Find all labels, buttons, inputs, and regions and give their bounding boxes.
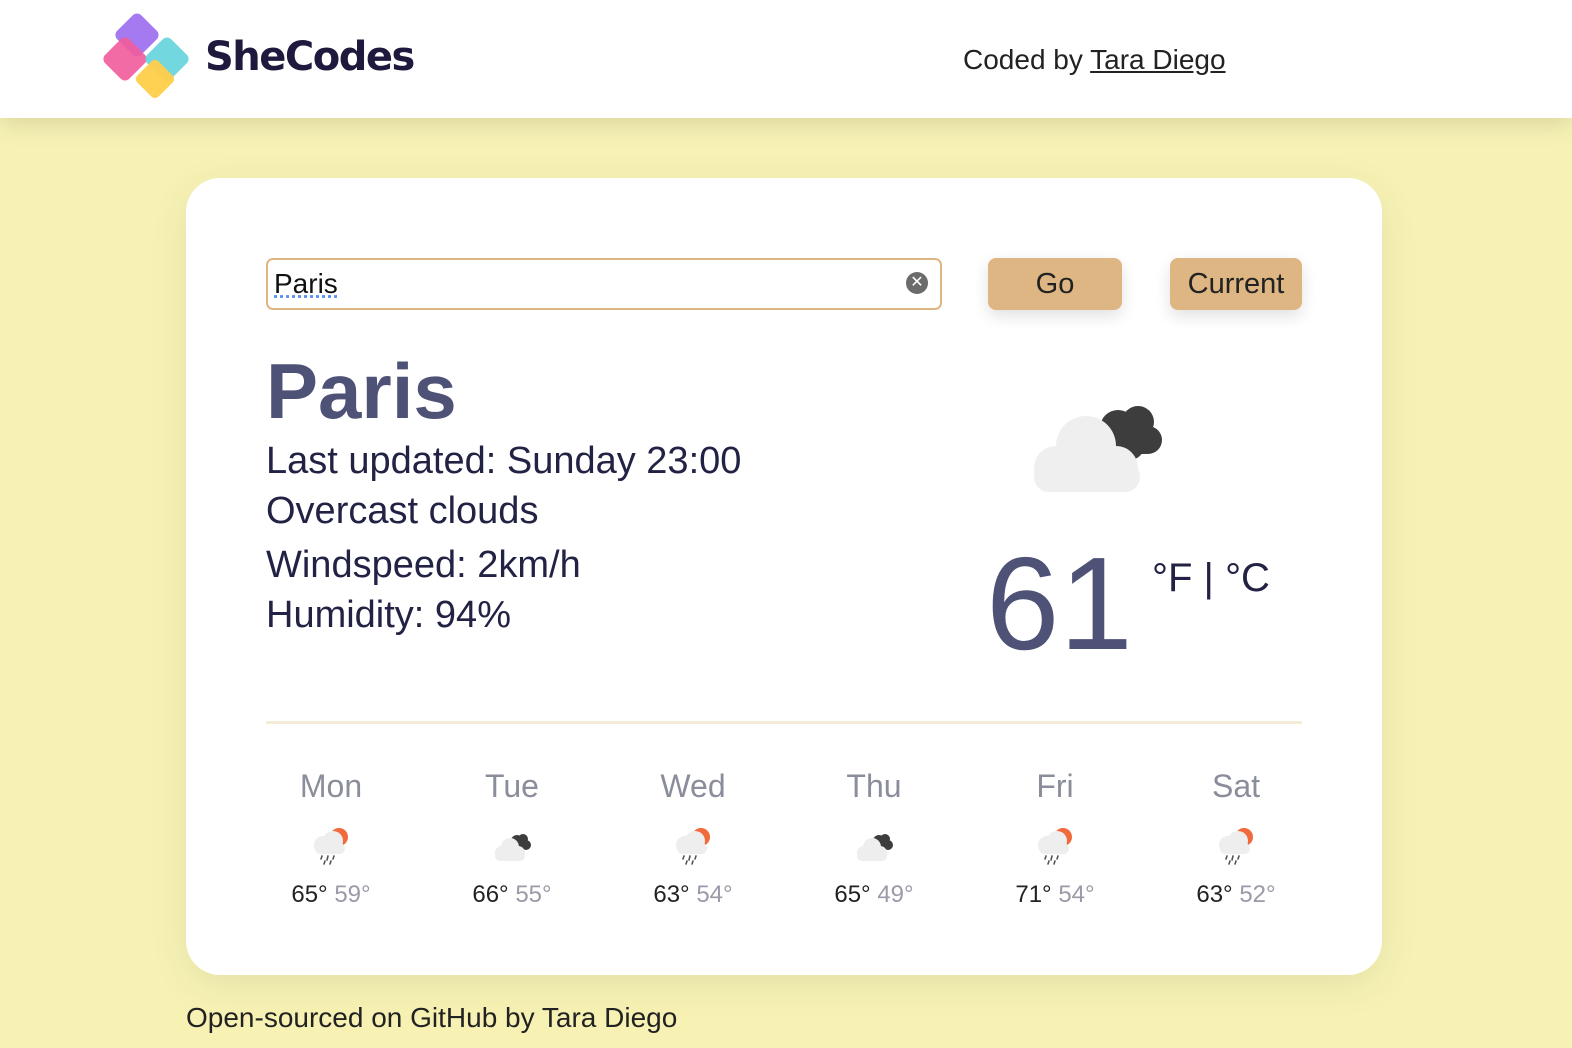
author-link[interactable]: Tara Diego — [1090, 44, 1225, 75]
rain-sun-icon — [676, 828, 710, 865]
shecodes-logo-icon — [103, 13, 189, 99]
forecast-low: 49° — [877, 881, 914, 908]
rain-sun-icon — [1038, 828, 1072, 865]
top-bar: SheCodes Coded by Tara Diego — [0, 0, 1572, 118]
forecast-temps: 63° 54° — [618, 881, 768, 909]
forecast-high: 71° — [1015, 881, 1052, 908]
forecast-high: 65° — [834, 881, 871, 908]
forecast-day-name: Fri — [1036, 768, 1074, 804]
footer-text: Open-sourced on GitHub by Tara Diego — [186, 1002, 678, 1033]
weather-card: ✕ Go Current Paris Last updated: Sunday … — [186, 178, 1382, 975]
rain-sun-icon — [1219, 828, 1253, 865]
forecast-low: 54° — [1058, 881, 1095, 908]
forecast-day-name: Tue — [485, 768, 539, 804]
forecast-day-name: Wed — [660, 768, 726, 804]
forecast-day-name: Sat — [1211, 768, 1261, 804]
forecast-day: Sat 63° 52° — [1161, 768, 1311, 909]
clear-icon[interactable]: ✕ — [906, 272, 928, 294]
forecast-high: 65° — [291, 881, 328, 908]
forecast-high: 63° — [653, 881, 690, 908]
current-location-button[interactable]: Current — [1170, 258, 1302, 310]
forecast-day: Wed 63° 54° — [618, 768, 768, 909]
last-updated: Last updated: Sunday 23:00 — [266, 440, 742, 482]
divider — [266, 721, 1302, 724]
coded-by: Coded by Tara Diego — [963, 44, 1226, 76]
weather-description: Overcast clouds — [266, 490, 539, 532]
overcast-clouds-icon — [857, 834, 893, 861]
forecast-day-name: Mon — [299, 768, 363, 804]
humidity: Humidity: 94% — [266, 594, 511, 636]
unit-toggle: °F | °C — [1152, 556, 1270, 601]
forecast-temps: 65° 59° — [256, 881, 406, 909]
forecast-temps: 65° 49° — [799, 881, 949, 909]
current-temperature: 61 — [986, 530, 1133, 677]
coded-by-label: Coded by — [963, 44, 1091, 75]
forecast-day: Tue 66° 55° — [437, 768, 587, 909]
rain-sun-icon — [314, 828, 348, 865]
unit-separator: | — [1192, 556, 1226, 600]
forecast-low: 52° — [1239, 881, 1276, 908]
forecast-low: 55° — [515, 881, 552, 908]
overcast-clouds-icon — [495, 834, 531, 861]
forecast-temps: 71° 54° — [980, 881, 1130, 909]
search-box[interactable]: ✕ — [266, 258, 942, 310]
forecast-day: Mon 65° 59° — [256, 768, 406, 909]
city-search-input[interactable] — [272, 264, 896, 304]
brand-name: SheCodes — [205, 34, 415, 80]
forecast-low: 54° — [696, 881, 733, 908]
forecast-day-name: Thu — [846, 768, 902, 804]
forecast-day: Fri 71° 54° — [980, 768, 1130, 909]
forecast-low: 59° — [334, 881, 371, 908]
celsius-link[interactable]: °C — [1225, 556, 1270, 600]
forecast-high: 63° — [1196, 881, 1233, 908]
forecast-temps: 66° 55° — [437, 881, 587, 909]
city-name: Paris — [266, 347, 457, 435]
fahrenheit-link[interactable]: °F — [1152, 556, 1192, 600]
forecast-temps: 63° 52° — [1161, 881, 1311, 909]
windspeed: Windspeed: 2km/h — [266, 544, 581, 586]
go-button[interactable]: Go — [988, 258, 1122, 310]
forecast-day: Thu 65° 49° — [799, 768, 949, 909]
overcast-clouds-icon — [1034, 406, 1162, 492]
forecast-high: 66° — [472, 881, 509, 908]
